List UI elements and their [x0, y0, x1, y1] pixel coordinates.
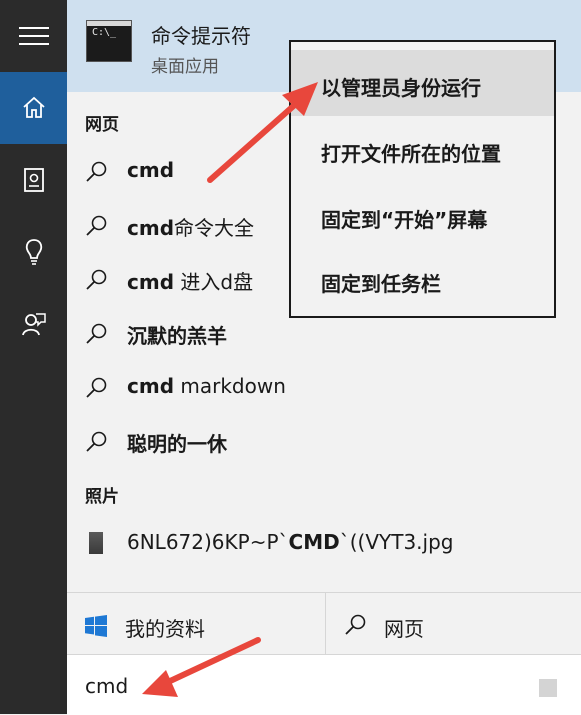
web-result[interactable]: cmd markdown — [67, 362, 581, 412]
sidebar-home-button[interactable] — [0, 72, 67, 144]
sidebar-notebook-button[interactable] — [0, 144, 67, 216]
feedback-icon — [21, 313, 46, 336]
web-result[interactable]: 聪明的一休 — [67, 416, 581, 466]
search-box-handle — [539, 679, 557, 697]
section-title-photos: 照片 — [85, 487, 119, 507]
best-match-title: 命令提示符 — [151, 24, 251, 48]
search-icon — [86, 323, 107, 344]
search-input[interactable]: cmd — [67, 654, 581, 715]
menu-item-run-as-admin[interactable]: 以管理员身份运行 — [291, 50, 554, 116]
tab-web[interactable]: 网页 — [326, 593, 581, 655]
context-menu: 以管理员身份运行 打开文件所在的位置 固定到“开始”屏幕 固定到任务栏 — [289, 40, 556, 318]
section-title-web: 网页 — [85, 115, 119, 135]
image-file-icon — [89, 532, 103, 554]
hamburger-menu-icon — [18, 27, 49, 45]
notebook-icon — [23, 168, 44, 192]
search-icon — [86, 431, 107, 452]
windows-logo-icon — [85, 615, 107, 637]
sidebar-feedback-button[interactable] — [0, 288, 67, 360]
search-icon — [86, 161, 107, 182]
home-icon — [22, 96, 45, 118]
bottom-tabs: 我的资料 网页 — [67, 592, 581, 655]
sidebar — [0, 0, 67, 714]
menu-item-pin-to-taskbar[interactable]: 固定到任务栏 — [291, 246, 554, 312]
menu-item-pin-to-start[interactable]: 固定到“开始”屏幕 — [291, 182, 554, 248]
hamburger-menu-button[interactable] — [0, 0, 67, 72]
photo-result[interactable]: 6NL672)6KP~P`CMD`((VYT3.jpg — [67, 518, 581, 568]
sidebar-reminders-button[interactable] — [0, 216, 67, 288]
search-icon — [86, 215, 107, 236]
command-prompt-icon: C:\_ — [86, 20, 132, 62]
search-icon — [345, 614, 366, 635]
search-icon — [86, 269, 107, 290]
tab-my-stuff[interactable]: 我的资料 — [67, 593, 326, 655]
tab-web-label: 网页 — [384, 617, 424, 641]
menu-item-open-file-location[interactable]: 打开文件所在的位置 — [291, 116, 554, 182]
tab-my-stuff-label: 我的资料 — [125, 617, 205, 641]
search-icon — [86, 377, 107, 398]
lightbulb-icon — [25, 239, 42, 265]
best-match-subtitle: 桌面应用 — [151, 57, 219, 77]
search-input-value: cmd — [85, 674, 129, 698]
